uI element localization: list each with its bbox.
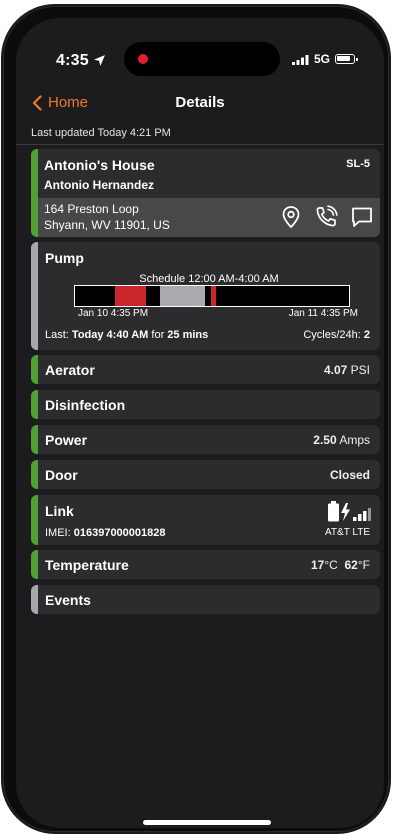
pump-timeline	[74, 285, 350, 307]
network-label: 5G	[314, 52, 331, 66]
status-indicator	[31, 550, 38, 579]
status-indicator	[31, 585, 38, 614]
timeline-segment-run	[211, 286, 216, 306]
carrier: AT&T LTE	[324, 527, 370, 538]
timeline-end-date: Jan 11 4:35 PM	[288, 308, 358, 319]
status-indicator	[31, 495, 38, 545]
power-row[interactable]: Power 2.50 Amps	[31, 425, 380, 454]
status-indicator	[31, 460, 38, 489]
site-card[interactable]: Antonio's House SL-5 Antonio Hernandez 1…	[31, 149, 380, 237]
status-indicator	[31, 425, 38, 454]
pump-title: Pump	[45, 250, 84, 266]
status-time: 4:35	[56, 52, 89, 69]
aerator-value: 4.07 PSI	[323, 363, 370, 377]
door-title: Door	[45, 467, 78, 483]
door-row[interactable]: Door Closed	[31, 460, 380, 489]
status-indicator	[31, 355, 38, 384]
dynamic-island	[124, 42, 280, 76]
site-id: SL-5	[346, 158, 370, 170]
schedule-label: Schedule 12:00 AM-4:00 AM	[139, 273, 279, 285]
cell-signal-icon	[353, 508, 371, 521]
pump-last-run: Last: Today 4:40 AM for 25 mins	[45, 329, 209, 341]
site-owner: Antonio Hernandez	[44, 178, 154, 192]
temperature-title: Temperature	[45, 557, 129, 573]
phone-frame: 4:35 5G Home Details Last updated Today …	[3, 6, 389, 832]
map-pin-icon[interactable]	[278, 204, 304, 230]
aerator-title: Aerator	[45, 362, 95, 378]
nav-bar: Home Details	[16, 88, 384, 124]
app-screen: 4:35 5G Home Details Last updated Today …	[16, 18, 384, 828]
page-title: Details	[175, 94, 225, 111]
home-indicator[interactable]	[143, 820, 271, 825]
power-title: Power	[45, 432, 88, 448]
address-band: 164 Preston Loop Shyann, WV 11901, US	[38, 198, 380, 237]
location-arrow-icon	[94, 55, 105, 66]
status-indicator	[31, 242, 38, 350]
power-value: 2.50 Amps	[313, 433, 370, 447]
link-title: Link	[45, 503, 74, 519]
recording-indicator	[138, 54, 148, 64]
events-row[interactable]: Events	[31, 585, 380, 614]
timeline-segment-schedule	[159, 286, 206, 306]
link-row[interactable]: Link IMEI: 016397000001828 AT&T LTE	[31, 495, 380, 545]
site-name: Antonio's House	[44, 157, 155, 173]
battery-charging-icon	[328, 501, 350, 522]
timeline-start-date: Jan 10 4:35 PM	[78, 308, 149, 319]
temperature-row[interactable]: Temperature 17°C 62°F	[31, 550, 380, 579]
signal-icon	[292, 55, 309, 65]
phone-icon[interactable]	[313, 204, 339, 230]
battery-icon	[335, 54, 358, 64]
last-updated: Last updated Today 4:21 PM	[31, 127, 171, 139]
disinfection-row[interactable]: Disinfection	[31, 390, 380, 419]
status-indicator	[31, 390, 38, 419]
pump-card[interactable]: Pump Schedule 12:00 AM-4:00 AM Jan 10 4:…	[31, 242, 380, 350]
divider	[16, 144, 384, 145]
status-indicator	[31, 149, 38, 237]
timeline-segment-run	[115, 286, 146, 306]
status-bar: 4:35 5G	[16, 18, 384, 88]
aerator-row[interactable]: Aerator 4.07 PSI	[31, 355, 380, 384]
events-title: Events	[45, 592, 91, 608]
address-line2: Shyann, WV 11901, US	[44, 218, 170, 232]
door-value: Closed	[329, 468, 370, 482]
imei: IMEI: 016397000001828	[45, 527, 166, 539]
address-line1: 164 Preston Loop	[44, 202, 139, 216]
temperature-value: 17°C 62°F	[311, 558, 370, 572]
disinfection-title: Disinfection	[45, 397, 126, 413]
pump-cycles: Cycles/24h: 2	[303, 329, 370, 341]
chat-bubble-icon[interactable]	[349, 204, 375, 230]
